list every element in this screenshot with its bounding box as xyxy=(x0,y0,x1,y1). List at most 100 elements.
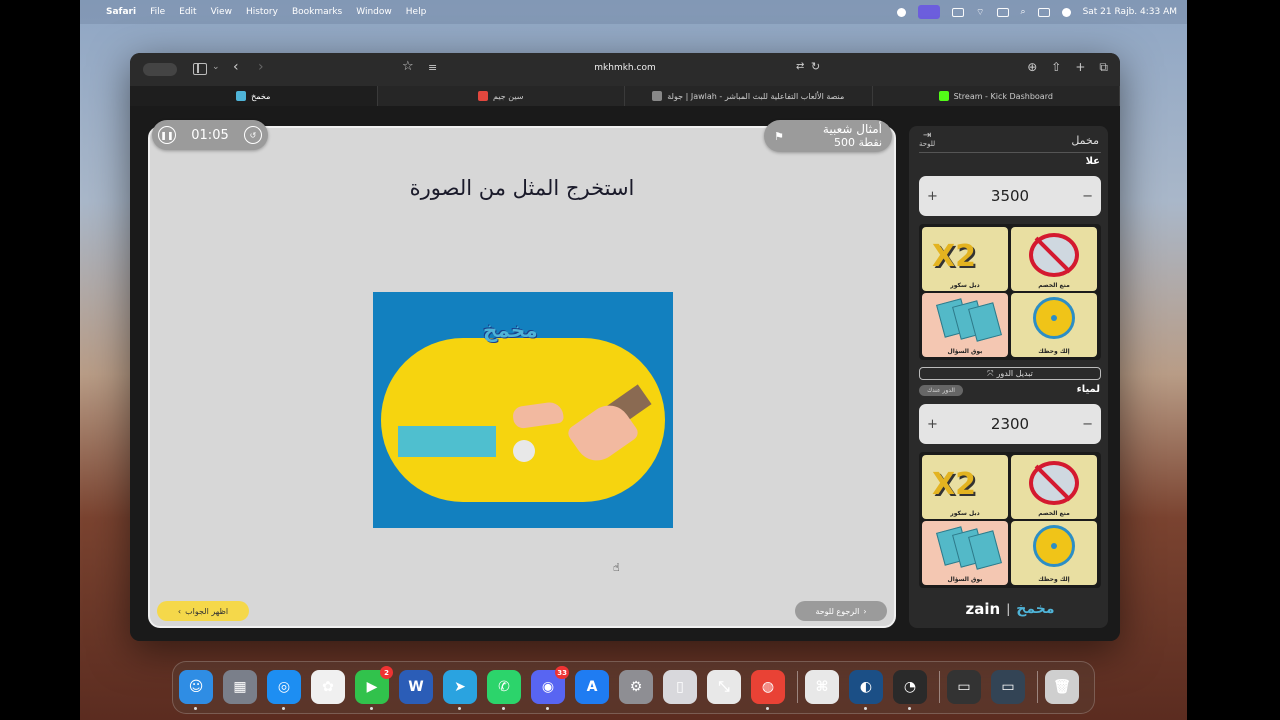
input-source-icon[interactable] xyxy=(996,7,1009,17)
dock-glyph: ◉ xyxy=(541,679,555,695)
menu-window[interactable]: Window xyxy=(356,7,392,17)
star-icon[interactable]: ☆ xyxy=(402,59,414,74)
tab-label: سين جيم xyxy=(493,91,524,101)
menu-bookmarks[interactable]: Bookmarks xyxy=(292,7,342,17)
timer-value: 01:05 xyxy=(191,127,229,143)
dock-remote-app-icon[interactable]: ⤡ xyxy=(707,670,741,704)
menu-help[interactable]: Help xyxy=(406,7,427,17)
dock-iphone-mirroring-icon[interactable]: ▯ xyxy=(663,670,697,704)
mkhmkh-logo: مخمخ xyxy=(1016,601,1055,617)
powerup-double[interactable]: X2 دبل سكور xyxy=(922,227,1008,291)
question-stage: ❚❚ 01:05 ↺ ⚑ أمثال شعبية 500 نقطة استخرج… xyxy=(148,120,896,628)
powerup-luck[interactable]: إلك وحظك xyxy=(1011,293,1097,357)
tab-kick-dashboard[interactable]: Stream - Kick Dashboard xyxy=(872,86,1120,106)
reset-timer-icon[interactable]: ↺ xyxy=(244,126,262,144)
powerups-team-2: X2 دبل سكور منع الخصم بوق السؤال إلك وحظ… xyxy=(919,452,1101,588)
siri-icon[interactable] xyxy=(1061,7,1071,17)
dock-app-store-icon[interactable]: A xyxy=(575,670,609,704)
tab-label: مخمخ xyxy=(251,91,271,101)
screen-record-icon[interactable] xyxy=(918,5,941,19)
exit-to-board-button[interactable]: ⇥ للوحة xyxy=(919,131,935,149)
pause-icon[interactable]: ❚❚ xyxy=(158,126,176,144)
tab-jawlah[interactable]: جولة | Jawlah - منصة الألعاب التفاعلية ل… xyxy=(625,86,873,106)
dock-separator xyxy=(1037,671,1038,703)
translate-icon[interactable]: ⇄ xyxy=(796,61,804,72)
dock-recent-window-2-icon[interactable]: ▭ xyxy=(991,670,1025,704)
menu-app-name[interactable]: Safari xyxy=(106,7,136,17)
running-indicator xyxy=(546,707,549,710)
dock-finder-icon[interactable]: ☺ xyxy=(179,670,213,710)
control-center-icon[interactable] xyxy=(1037,7,1050,17)
menu-file[interactable]: File xyxy=(150,7,165,17)
powerup-label: دبل سكور xyxy=(950,282,980,289)
question-image: مخمخ xyxy=(373,292,673,528)
back-icon[interactable]: ‹ xyxy=(233,59,239,75)
dock-trash-icon[interactable]: 🗑 xyxy=(1045,670,1079,704)
dock-discord-icon[interactable]: ◉ 33 xyxy=(531,666,569,710)
window-controls[interactable] xyxy=(143,63,177,76)
dock-photos-icon[interactable]: ✿ xyxy=(311,670,345,704)
powerup-label: منع الخصم xyxy=(1038,510,1070,517)
notification-badge: 2 xyxy=(380,666,393,679)
powerup-label: بوق السؤال xyxy=(947,348,983,355)
dock-system-settings-icon[interactable]: ⚙ xyxy=(619,670,653,704)
reader-icon[interactable]: ≡ xyxy=(428,61,437,74)
dock-glyph: ▦ xyxy=(233,679,247,695)
tab-mkhmkh[interactable]: مخمخ xyxy=(130,86,378,106)
powerup-double[interactable]: X2 دبل سكور xyxy=(922,455,1008,519)
dock-whatsapp-icon[interactable]: ✆ xyxy=(487,670,521,710)
spotlight-icon[interactable]: ⌕ xyxy=(1021,7,1026,17)
powerup-call[interactable]: بوق السؤال xyxy=(922,293,1008,357)
switch-icon: ⤧ xyxy=(987,368,994,378)
plus-button[interactable]: + xyxy=(927,189,938,204)
minus-button[interactable]: − xyxy=(1082,417,1093,432)
tab-seen-jeem[interactable]: سين جيم xyxy=(377,86,625,106)
x2-text: X2 xyxy=(932,467,977,502)
dock-glyph: ☺ xyxy=(188,679,204,695)
back-to-board-button[interactable]: الرجوع للوحة › xyxy=(795,601,887,621)
menu-bar: Safari File Edit View History Bookmarks … xyxy=(80,0,1187,24)
tab-overview-icon[interactable]: ⧉ xyxy=(1099,60,1108,75)
powerup-block[interactable]: منع الخصم xyxy=(1011,455,1097,519)
download-icon[interactable]: ⊕ xyxy=(1027,60,1037,75)
powerup-call[interactable]: بوق السؤال xyxy=(922,521,1008,585)
dock-telegram-icon[interactable]: ➤ xyxy=(443,670,477,710)
dock-launchpad-icon[interactable]: ▦ xyxy=(223,670,257,704)
dock-glyph: ⌘ xyxy=(815,679,829,695)
dock-chrome-icon[interactable]: ◍ xyxy=(751,670,785,710)
reload-icon[interactable]: ↻ xyxy=(811,60,820,73)
menu-history[interactable]: History xyxy=(246,7,278,17)
dock-automator-icon[interactable]: ⌘ xyxy=(805,670,839,704)
plus-button[interactable]: + xyxy=(927,417,938,432)
dock-glyph: ◐ xyxy=(859,679,873,695)
running-indicator xyxy=(194,707,197,710)
wifi-icon[interactable]: ⌔ xyxy=(976,7,984,18)
powerup-block[interactable]: منع الخصم xyxy=(1011,227,1097,291)
dock-word-icon[interactable]: W xyxy=(399,670,433,704)
dock-steam-icon[interactable]: ◐ xyxy=(849,670,883,710)
switch-turn-button[interactable]: ⤧ تبديل الدور xyxy=(919,367,1101,380)
chevron-down-icon[interactable]: ⌄ xyxy=(212,62,220,72)
dock-recent-window-1-icon[interactable]: ▭ xyxy=(947,670,981,704)
dock-safari-icon[interactable]: ◎ xyxy=(267,670,301,710)
running-indicator xyxy=(908,707,911,710)
minus-button[interactable]: − xyxy=(1082,189,1093,204)
dock-glyph: ▭ xyxy=(1001,679,1015,695)
new-tab-icon[interactable]: + xyxy=(1075,60,1085,75)
share-icon[interactable]: ⇧ xyxy=(1051,60,1061,75)
dock-obs-icon[interactable]: ◔ xyxy=(893,670,927,710)
menu-view[interactable]: View xyxy=(211,7,232,17)
address-bar[interactable]: mkhmkh.com xyxy=(550,63,700,73)
sidebar-toggle-icon[interactable] xyxy=(193,63,207,75)
points-value: 500 نقطة xyxy=(833,136,882,149)
show-answer-button[interactable]: ‹ اظهر الجواب xyxy=(157,601,249,621)
dock-facetime-icon[interactable]: ▶ 2 xyxy=(355,666,393,710)
question-text: استخرج المثل من الصورة xyxy=(409,176,635,200)
menu-edit[interactable]: Edit xyxy=(179,7,196,17)
battery-icon[interactable] xyxy=(952,7,965,17)
menu-clock[interactable]: Sat 21 Rajb. 4:33 AM xyxy=(1083,7,1177,17)
powerup-luck[interactable]: إلك وحظك xyxy=(1011,521,1097,585)
status-dot-icon[interactable] xyxy=(897,7,907,17)
flag-icon[interactable]: ⚑ xyxy=(774,130,784,143)
forward-icon[interactable]: › xyxy=(258,59,264,75)
